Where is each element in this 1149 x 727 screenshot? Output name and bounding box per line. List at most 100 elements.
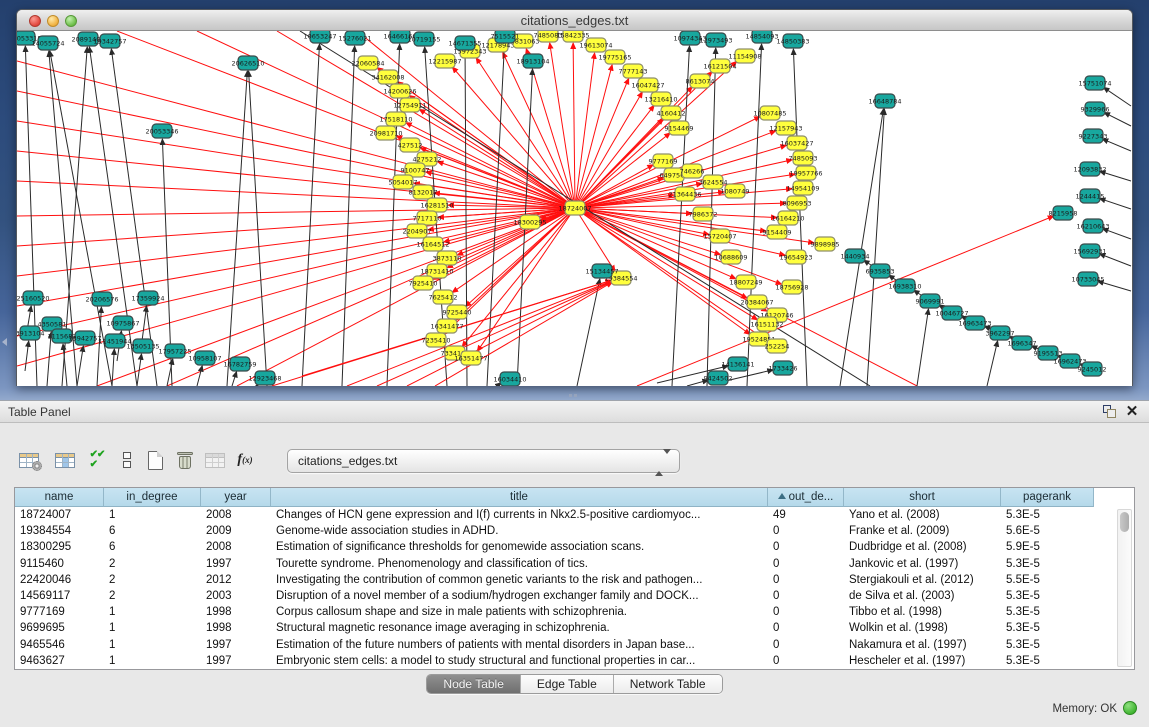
table-cell[interactable]: 0 [768, 620, 844, 636]
graph-node[interactable]: 15842335 [556, 31, 589, 42]
vertical-scrollbar[interactable] [1117, 509, 1132, 667]
table-mode-button[interactable] [16, 447, 42, 473]
table-cell[interactable]: Jankovic et al. (1997) [844, 556, 1001, 572]
graph-node[interactable]: 3962297 [986, 326, 1015, 340]
show-column-button[interactable] [52, 447, 78, 473]
table-row[interactable]: 1872400712008Changes of HCN gene express… [15, 507, 1118, 523]
graph-node[interactable]: 18807249 [729, 275, 762, 289]
graph-node[interactable]: 252254 [765, 339, 790, 353]
table-cell[interactable]: 1997 [201, 556, 271, 572]
graph-node[interactable]: 9898985 [811, 237, 840, 251]
table-cell[interactable]: Embryonic stem cells: a model to study s… [271, 653, 768, 669]
graph-node[interactable]: 9424502 [704, 371, 733, 385]
table-cell[interactable]: 6 [104, 523, 201, 539]
table-cell[interactable]: 5.3E-5 [1001, 604, 1094, 620]
graph-node[interactable]: 16164512 [416, 237, 449, 251]
table-cell[interactable]: Tibbo et al. (1998) [844, 604, 1001, 620]
graph-node[interactable]: 11154908 [728, 49, 761, 63]
table-cell[interactable]: 1 [104, 637, 201, 653]
graph-node[interactable]: 16034410 [493, 372, 526, 386]
graph-node[interactable]: 12923468 [248, 371, 281, 385]
table-cell[interactable]: 0 [768, 523, 844, 539]
table-cell[interactable]: 0 [768, 653, 844, 669]
table-cell[interactable]: Tourette syndrome. Phenomenology and cla… [271, 556, 768, 572]
table-cell[interactable]: 9463627 [15, 653, 104, 669]
function-builder-button[interactable]: f(x) [232, 447, 258, 473]
table-cell[interactable]: 0 [768, 604, 844, 620]
table-cell[interactable]: Estimation of the future numbers of pati… [271, 637, 768, 653]
table-cell[interactable]: 0 [768, 556, 844, 572]
table-cell[interactable]: 6 [104, 539, 201, 555]
table-cell[interactable]: 2012 [201, 572, 271, 588]
table-cell[interactable]: 5.3E-5 [1001, 620, 1094, 636]
graph-node[interactable]: 427512 [398, 138, 423, 152]
table-cell[interactable]: 5.6E-5 [1001, 523, 1094, 539]
table-row[interactable]: 946554611997Estimation of the future num… [15, 637, 1118, 653]
table-cell[interactable]: 1 [104, 507, 201, 523]
graph-node[interactable]: 1696347 [1008, 336, 1037, 350]
graph-node[interactable]: 12215987 [428, 54, 461, 68]
tab-edge-table[interactable]: Edge Table [521, 675, 614, 693]
graph-node[interactable]: 9777169 [649, 154, 678, 168]
graph-node[interactable]: 9069991 [916, 294, 945, 308]
table-cell[interactable]: 2009 [201, 523, 271, 539]
graph-node[interactable]: 16963473 [958, 316, 991, 330]
table-row[interactable]: 1456911722003Disruption of a novel membe… [15, 588, 1118, 604]
graph-node[interactable]: 25160520 [17, 291, 50, 305]
graph-node[interactable]: 9154409 [763, 225, 792, 239]
graph-node[interactable]: 16648784 [868, 94, 901, 108]
table-cell[interactable]: Hescheler et al. (1997) [844, 653, 1001, 669]
table-cell[interactable]: 5.3E-5 [1001, 556, 1094, 572]
graph-node[interactable]: 9227343 [1079, 129, 1108, 143]
graph-node[interactable]: 1733426 [769, 361, 798, 375]
graph-node[interactable]: 2204907 [403, 224, 432, 238]
table-cell[interactable]: 5.9E-5 [1001, 539, 1094, 555]
column-header-name[interactable]: name [15, 488, 104, 507]
graph-node[interactable]: 1244415 [1076, 189, 1105, 203]
column-header-outde[interactable]: out_de... [768, 488, 844, 507]
table-cell[interactable]: Estimation of significance thresholds fo… [271, 539, 768, 555]
window-titlebar[interactable]: citations_edges.txt [17, 10, 1132, 31]
graph-node[interactable]: 14850383 [776, 34, 809, 48]
graph-node[interactable]: 7717110 [413, 211, 442, 225]
graph-node[interactable]: 14136141 [721, 357, 754, 371]
new-column-button[interactable] [142, 447, 168, 473]
table-cell[interactable]: 2003 [201, 588, 271, 604]
graph-node[interactable]: 8215958 [1049, 206, 1078, 220]
table-cell[interactable]: 0 [768, 588, 844, 604]
table-cell[interactable]: 9777169 [15, 604, 104, 620]
table-cell[interactable]: 1 [104, 604, 201, 620]
table-cell[interactable]: 0 [768, 572, 844, 588]
table-cell[interactable]: 1 [104, 620, 201, 636]
graph-node[interactable]: 16210643 [1076, 219, 1109, 233]
select-all-button[interactable]: ✔✔✔ [84, 447, 110, 473]
graph-node[interactable]: 6935853 [866, 264, 895, 278]
table-cell[interactable]: 18300295 [15, 539, 104, 555]
graph-node[interactable]: 8096953 [783, 196, 812, 210]
split-collapse-arrow-icon[interactable] [2, 338, 7, 346]
column-header-year[interactable]: year [201, 488, 271, 507]
graph-node[interactable]: 14954109 [786, 181, 819, 195]
graph-node[interactable]: 1440934 [841, 249, 870, 263]
tab-network-table[interactable]: Network Table [614, 675, 722, 693]
graph-node[interactable]: 746266 [680, 164, 705, 178]
graph-node[interactable]: 20626510 [231, 56, 264, 70]
graph-node[interactable]: 12754911 [393, 98, 426, 112]
graph-node[interactable]: 19654923 [779, 250, 812, 264]
table-cell[interactable]: Yano et al. (2008) [844, 507, 1001, 523]
table-cell[interactable]: 22420046 [15, 572, 104, 588]
close-panel-icon[interactable]: ✕ [1124, 403, 1140, 421]
table-cell[interactable]: 1 [104, 653, 201, 669]
table-cell[interactable]: de Silva et al. (2003) [844, 588, 1001, 604]
table-cell[interactable]: 5.3E-5 [1001, 637, 1094, 653]
graph-node[interactable]: 9245012 [1078, 362, 1107, 376]
table-cell[interactable]: 2 [104, 572, 201, 588]
graph-node[interactable]: 9329966 [1081, 102, 1110, 116]
column-header-title[interactable]: title [271, 488, 768, 507]
network-canvas[interactable]: 1872400722060584341620081420062612754911… [17, 31, 1132, 386]
table-row[interactable]: 2242004622012Investigating the contribut… [15, 572, 1118, 588]
graph-node[interactable]: 12157943 [769, 121, 802, 135]
table-cell[interactable]: Wolkin et al. (1998) [844, 620, 1001, 636]
graph-node[interactable]: 7485093 [789, 151, 818, 165]
table-cell[interactable]: 5.5E-5 [1001, 572, 1094, 588]
